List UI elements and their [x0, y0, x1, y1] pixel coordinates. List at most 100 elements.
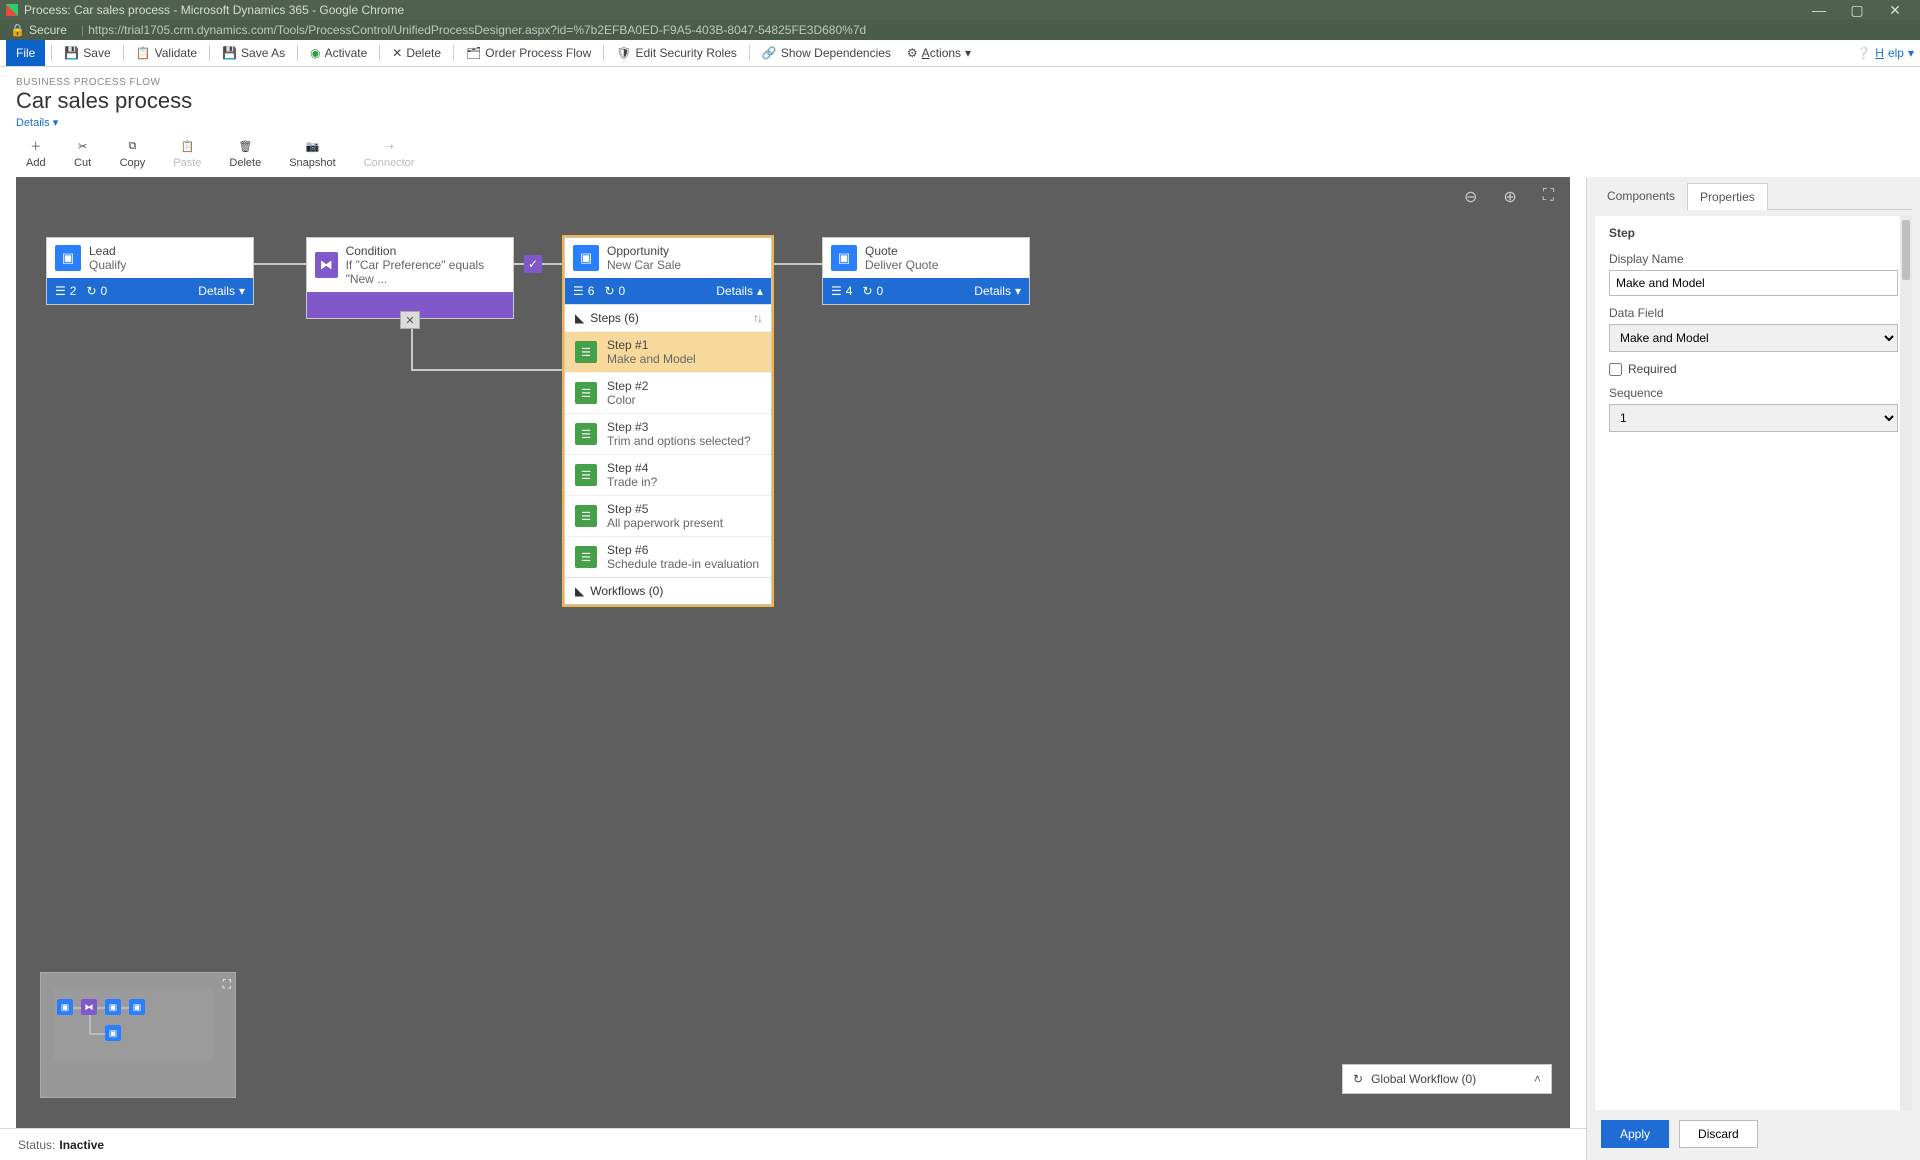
window-maximize[interactable]: ▢ — [1838, 2, 1876, 19]
workflows-count: ↻0 — [604, 284, 625, 298]
steps-section-header[interactable]: ◣ Steps (6) ↑↓ — [565, 304, 771, 331]
add-button[interactable]: ＋Add — [26, 137, 46, 169]
save-as-icon: 💾 — [222, 46, 237, 60]
designer-canvas[interactable]: ⊖ ⊕ ⛶ ✓ ▣ Lead Qualify — [16, 177, 1570, 1128]
edit-security-roles-button[interactable]: 🛡Edit Security Roles — [610, 44, 743, 62]
side-panel: Components Properties Step Display Name … — [1586, 177, 1920, 1160]
fit-screen-icon[interactable]: ⛶ — [1543, 187, 1554, 207]
sequence-label: Sequence — [1609, 386, 1898, 400]
steps-icon: ☰ — [55, 284, 66, 298]
trash-icon: 🗑 — [236, 137, 254, 155]
apply-button[interactable]: Apply — [1601, 1120, 1669, 1148]
minimap[interactable]: ⛶ ▣ ⧓ ▣ ▣ ▣ — [40, 972, 236, 1098]
stage-details-toggle[interactable]: Details ▴ — [716, 284, 763, 298]
delete-icon: ✕ — [392, 46, 402, 60]
order-process-flow-button[interactable]: 🗂Order Process Flow — [460, 44, 597, 62]
step-row[interactable]: ☰ Step #6Schedule trade-in evaluation — [565, 536, 771, 577]
step-row[interactable]: ☰ Step #3Trim and options selected? — [565, 413, 771, 454]
command-toolbar: File 💾Save 📋Validate 💾Save As ◉Activate … — [0, 40, 1920, 67]
stage-subtitle: New Car Sale — [607, 258, 681, 272]
save-as-button[interactable]: 💾Save As — [216, 44, 291, 62]
stage-details-toggle[interactable]: Details ▾ — [974, 284, 1021, 298]
zoom-in-icon[interactable]: ⊕ — [1503, 187, 1516, 207]
step-row[interactable]: ☰ Step #1Make and Model — [565, 331, 771, 372]
window-minimize[interactable]: — — [1800, 2, 1838, 18]
minimap-node: ▣ — [105, 1025, 121, 1041]
stage-lead[interactable]: ▣ Lead Qualify ☰2 ↻0 Details ▾ — [46, 237, 254, 305]
delete-component-button[interactable]: 🗑Delete — [229, 137, 261, 169]
tab-properties[interactable]: Properties — [1687, 183, 1768, 210]
save-button[interactable]: 💾Save — [58, 44, 116, 62]
chevron-down-icon: ▾ — [965, 46, 971, 60]
sequence-select[interactable]: 1 — [1609, 404, 1898, 432]
designer-actions: ＋Add ✂Cut ⧉Copy 📋Paste 🗑Delete 📷Snapshot… — [0, 133, 1920, 177]
header-eyebrow: BUSINESS PROCESS FLOW — [16, 77, 1904, 88]
step-row[interactable]: ☰ Step #2Color — [565, 372, 771, 413]
details-link[interactable]: Details ▾ — [16, 117, 58, 129]
workflow-icon: ↻ — [86, 284, 96, 298]
window-titlebar: Process: Car sales process - Microsoft D… — [0, 0, 1920, 20]
step-icon: ☰ — [575, 505, 597, 527]
properties-footer: Apply Discard — [1595, 1116, 1912, 1152]
step-row[interactable]: ☰ Step #5All paperwork present — [565, 495, 771, 536]
global-workflow-bar[interactable]: ↻ Global Workflow (0) ˄ — [1342, 1064, 1552, 1094]
cut-button[interactable]: ✂Cut — [74, 137, 92, 169]
order-icon: 🗂 — [466, 46, 481, 60]
window-close[interactable]: ✕ — [1876, 2, 1914, 19]
step-row[interactable]: ☰ Step #4Trade in? — [565, 454, 771, 495]
address-bar: 🔒 Secure | https://trial1705.crm.dynamic… — [0, 20, 1920, 40]
plus-icon: ＋ — [27, 137, 45, 155]
minimap-expand-icon[interactable]: ⛶ — [223, 977, 231, 992]
stage-quote[interactable]: ▣ Quote Deliver Quote ☰4 ↻0 Details ▾ — [822, 237, 1030, 305]
paste-button[interactable]: 📋Paste — [173, 137, 201, 169]
connector-button[interactable]: ⇢Connector — [364, 137, 415, 169]
copy-button[interactable]: ⧉Copy — [120, 137, 146, 169]
file-menu[interactable]: File — [6, 40, 45, 66]
collapse-triangle-icon: ◣ — [575, 584, 584, 598]
stage-opportunity[interactable]: ▣ Opportunity New Car Sale ☰6 ↻0 Details… — [564, 237, 772, 605]
data-field-select[interactable]: Make and Model — [1609, 324, 1898, 352]
required-checkbox[interactable] — [1609, 363, 1622, 376]
url-text[interactable]: https://trial1705.crm.dynamics.com/Tools… — [88, 23, 866, 37]
activate-button[interactable]: ◉Activate — [304, 44, 373, 62]
stage-icon: ▣ — [573, 245, 599, 271]
discard-button[interactable]: Discard — [1679, 1120, 1758, 1148]
chevron-down-icon: ▾ — [239, 284, 245, 298]
reorder-arrows[interactable]: ↑↓ — [753, 311, 761, 325]
zoom-out-icon[interactable]: ⊖ — [1464, 187, 1477, 207]
display-name-input[interactable] — [1609, 270, 1898, 296]
panel-scrollbar[interactable] — [1900, 216, 1912, 1110]
help-icon: ❔ — [1856, 46, 1871, 60]
steps-icon: ☰ — [831, 284, 842, 298]
status-bar: Status: Inactive — [0, 1128, 1586, 1160]
show-dependencies-button[interactable]: 🔗Show Dependencies — [756, 44, 897, 62]
scissors-icon: ✂ — [74, 137, 92, 155]
stage-subtitle: Qualify — [89, 258, 126, 272]
delete-button[interactable]: ✕Delete — [386, 44, 447, 62]
minimap-node: ▣ — [57, 999, 73, 1015]
data-field-label: Data Field — [1609, 306, 1898, 320]
page-title: Car sales process — [16, 88, 1904, 114]
actions-menu[interactable]: ⚙AActionsctions▾ — [901, 44, 977, 62]
connector-line — [772, 263, 828, 265]
stage-name: Quote — [865, 244, 938, 258]
condition-delete-handle[interactable]: ✕ — [400, 311, 420, 329]
paste-icon: 📋 — [178, 137, 196, 155]
stage-condition[interactable]: ⧓ Condition If "Car Preference" equals "… — [306, 237, 514, 319]
condition-expression: If "Car Preference" equals "New ... — [346, 258, 505, 286]
snapshot-button[interactable]: 📷Snapshot — [289, 137, 335, 169]
collapse-triangle-icon: ◣ — [575, 311, 584, 325]
stage-details-toggle[interactable]: Details ▾ — [198, 284, 245, 298]
step-icon: ☰ — [575, 464, 597, 486]
validate-button[interactable]: 📋Validate — [130, 44, 203, 62]
canvas-controls: ⊖ ⊕ ⛶ — [1464, 187, 1554, 207]
steps-count: ☰2 — [55, 284, 76, 298]
tab-components[interactable]: Components — [1595, 183, 1687, 210]
properties-panel: Step Display Name Data Field Make and Mo… — [1595, 216, 1912, 1110]
required-label: Required — [1628, 362, 1677, 376]
display-name-label: Display Name — [1609, 252, 1898, 266]
condition-true-badge: ✓ — [524, 255, 542, 273]
help-button[interactable]: ❔Help▾ — [1856, 46, 1914, 60]
copy-icon: ⧉ — [123, 137, 141, 155]
workflows-section-header[interactable]: ◣ Workflows (0) — [565, 577, 771, 604]
